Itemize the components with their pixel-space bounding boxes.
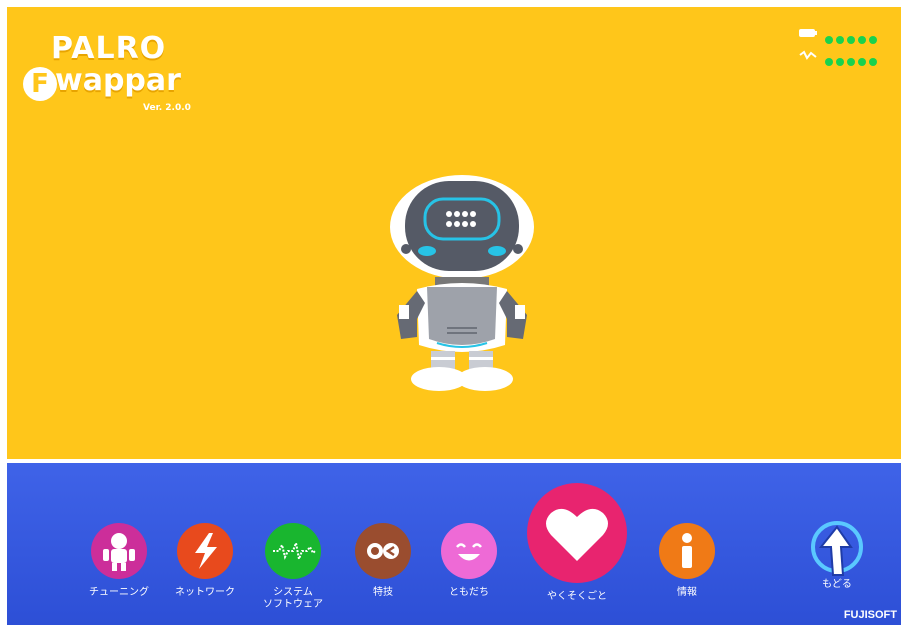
menu-system-software[interactable]: システム ソフトウェア bbox=[261, 523, 325, 611]
signal-level-dots bbox=[825, 51, 880, 70]
bottom-menu-bar: チューニング ネットワーク システム ソフトウェア 特技 ともだち やくそくごと… bbox=[7, 463, 901, 625]
info-icon bbox=[682, 533, 692, 568]
menu-information-label: 情報 bbox=[677, 587, 697, 598]
menu-tuning[interactable]: チューニング bbox=[89, 523, 149, 599]
heart-icon bbox=[546, 508, 608, 561]
logo-palro-text: PALRO bbox=[51, 31, 167, 66]
main-stage: PALRO F wappar Ver. 2.0.0 bbox=[7, 7, 901, 459]
brand-label: FUJISOFT bbox=[843, 609, 897, 621]
logo-wappar-text: wappar bbox=[55, 63, 181, 98]
eyes-icon bbox=[367, 543, 399, 559]
menu-friends-label: ともだち bbox=[449, 587, 489, 598]
menu-promises-label: やくそくごと bbox=[547, 591, 607, 602]
lightning-icon bbox=[195, 533, 217, 569]
menu-promises[interactable]: やくそくごと bbox=[527, 483, 627, 603]
waveform-icon bbox=[273, 539, 316, 563]
menu-special-skills[interactable]: 特技 bbox=[353, 523, 413, 599]
battery-icon bbox=[799, 29, 817, 37]
back-button[interactable]: もどる bbox=[805, 519, 869, 591]
app-window: PALRO F wappar Ver. 2.0.0 チューニング ネットワーク … bbox=[7, 7, 901, 625]
menu-system-software-label: システム ソフトウェア bbox=[263, 587, 323, 610]
menu-special-skills-label: 特技 bbox=[373, 587, 393, 598]
logo-f-badge: F bbox=[23, 67, 57, 101]
menu-tuning-label: チューニング bbox=[89, 587, 149, 598]
battery-level-dots bbox=[825, 29, 880, 48]
battery-status bbox=[799, 27, 889, 44]
signal-icon bbox=[799, 50, 817, 60]
version-label: Ver. 2.0.0 bbox=[143, 103, 191, 113]
palro-robot-illustration bbox=[390, 175, 534, 391]
smiley-icon bbox=[456, 543, 482, 561]
menu-network-label: ネットワーク bbox=[175, 587, 235, 598]
status-indicators bbox=[799, 27, 889, 67]
menu-information[interactable]: 情報 bbox=[657, 523, 717, 599]
app-logo: PALRO F wappar Ver. 2.0.0 bbox=[23, 31, 203, 115]
back-arrow-icon bbox=[811, 521, 863, 576]
menu-friends[interactable]: ともだち bbox=[439, 523, 499, 599]
menu-network[interactable]: ネットワーク bbox=[175, 523, 235, 599]
robot-figure-icon bbox=[103, 533, 135, 571]
signal-status bbox=[799, 49, 889, 66]
